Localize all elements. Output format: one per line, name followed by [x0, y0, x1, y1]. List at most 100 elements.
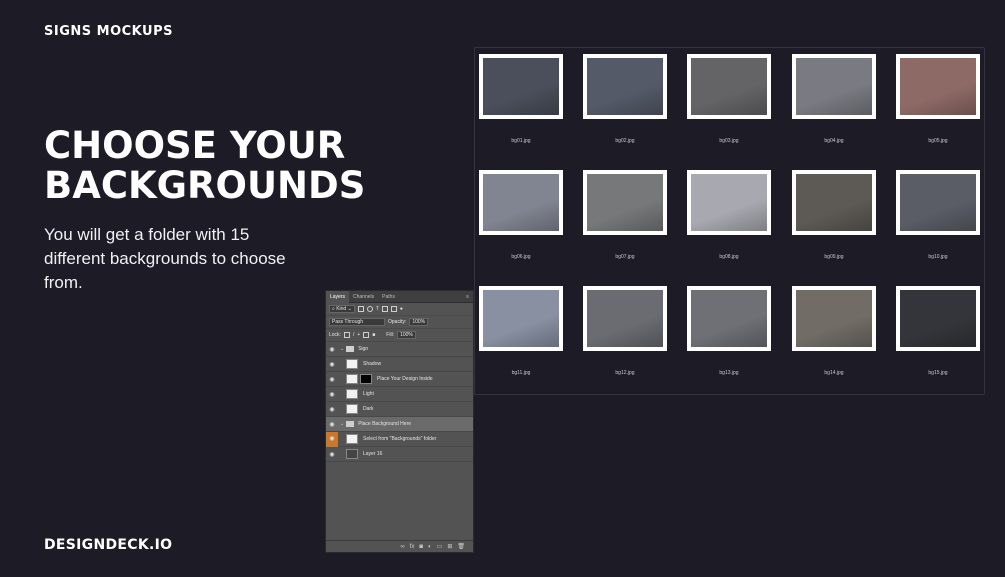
brand-footer: DESIGNDECK.IO — [44, 537, 173, 553]
opacity-input[interactable]: 100% — [409, 318, 429, 326]
headline-line-1: CHOOSE YOUR — [44, 124, 346, 167]
new-layer-icon[interactable]: ⊞ — [447, 543, 452, 550]
group-chevron-icon[interactable]: ⌄ — [340, 421, 344, 427]
group-folder-icon — [346, 421, 355, 427]
visibility-eye-icon[interactable]: ◉ — [326, 406, 338, 413]
file-thumbnail[interactable] — [583, 286, 667, 351]
visibility-eye-icon[interactable]: ◉ — [326, 346, 338, 353]
lock-artboard-icon[interactable] — [363, 332, 370, 338]
layer-row[interactable]: ◉ Layer 16 — [326, 447, 473, 462]
thumbnail-image — [587, 290, 663, 347]
file-thumbnail[interactable] — [479, 286, 563, 351]
fx-icon[interactable]: fx — [410, 544, 415, 550]
thumbnail-image — [587, 174, 663, 231]
lock-row: Lock: / + ■ Fill: 100% — [326, 329, 473, 342]
layer-name: Layer 16 — [363, 451, 383, 457]
file-name: bg01.jpg — [511, 138, 531, 144]
tab-layers[interactable]: Layers — [326, 290, 350, 303]
layer-row[interactable]: ◉ Dark — [326, 402, 473, 417]
file-thumbnail[interactable] — [583, 54, 667, 119]
tab-channels[interactable]: Channels — [349, 291, 378, 303]
visibility-eye-icon[interactable]: ◉ — [326, 391, 338, 398]
file-name: bg07.jpg — [615, 254, 635, 260]
lock-all-icon[interactable]: ■ — [372, 332, 375, 338]
layer-row[interactable]: ◉ ⌄ Place Background Here — [326, 417, 473, 432]
layer-row[interactable]: ◉ ⌄ Sign — [326, 342, 473, 357]
filter-toggle-icon[interactable]: ● — [400, 306, 403, 312]
file-name: bg03.jpg — [719, 138, 739, 144]
file-name: bg06.jpg — [511, 254, 531, 260]
shape-filter-icon[interactable] — [381, 306, 388, 312]
layer-row[interactable]: ◉ Shadow — [326, 357, 473, 372]
file-thumbnail[interactable] — [687, 170, 771, 235]
search-icon: ⌕ — [332, 305, 335, 312]
thumbnail-image — [796, 174, 872, 231]
visibility-eye-icon[interactable]: ◉ — [326, 361, 338, 368]
filter-kind-value: Kind — [336, 305, 347, 312]
visibility-eye-icon[interactable]: ◉ — [326, 431, 338, 447]
fill-label: Fill: — [386, 332, 395, 338]
thumbnail-image — [900, 58, 976, 115]
file-thumbnail[interactable] — [896, 170, 980, 235]
file-thumbnail[interactable] — [896, 286, 980, 351]
mask-icon[interactable]: ◙ — [419, 544, 423, 550]
file-thumbnail[interactable] — [479, 170, 563, 235]
file-thumbnail[interactable] — [583, 170, 667, 235]
file-name: bg10.jpg — [928, 254, 948, 260]
file-thumbnail[interactable] — [792, 170, 876, 235]
file-thumbnail[interactable] — [687, 286, 771, 351]
panel-tabs: Layers Channels Paths ≡ — [326, 290, 473, 303]
lock-transparent-icon[interactable] — [343, 332, 350, 338]
group-folder-icon — [346, 346, 355, 352]
trash-icon[interactable]: 🗑 — [457, 543, 465, 550]
layer-thumbnail — [346, 374, 358, 384]
adjustment-icon[interactable]: ◐ — [428, 544, 432, 550]
thumbnail-image — [900, 290, 976, 347]
file-name: bg11.jpg — [511, 370, 531, 376]
file-thumbnail[interactable] — [792, 286, 876, 351]
file-name: bg05.jpg — [928, 138, 948, 144]
file-thumbnail[interactable] — [792, 54, 876, 119]
filter-kind-select[interactable]: ⌕ Kind ⌄ — [329, 305, 355, 313]
brand-title: SIGNS MOCKUPS — [44, 24, 173, 39]
file-name: bg09.jpg — [824, 254, 844, 260]
visibility-eye-icon[interactable]: ◉ — [326, 451, 338, 458]
thumbnail-image — [796, 58, 872, 115]
lock-move-icon[interactable]: + — [357, 332, 360, 338]
panel-menu-icon[interactable]: ≡ — [466, 294, 469, 300]
panel-footer: ∞ fx ◙ ◐ ▭ ⊞ 🗑 — [326, 540, 473, 552]
visibility-eye-icon[interactable]: ◉ — [326, 421, 338, 428]
file-name: bg14.jpg — [824, 370, 844, 376]
layer-thumbnail — [346, 434, 358, 444]
visibility-eye-icon[interactable]: ◉ — [326, 376, 338, 383]
link-icon[interactable]: ∞ — [400, 544, 404, 550]
file-thumbnail[interactable] — [479, 54, 563, 119]
headline-line-2: BACKGROUNDS — [44, 164, 366, 207]
blend-mode-select[interactable]: Pass Through — [329, 318, 385, 326]
layer-row[interactable]: ◉ Select from "Backgrounds" folder — [326, 431, 473, 447]
layer-list: ◉ ⌄ Sign ◉ Shadow ◉ Place Your Design Inside ◉ L… — [326, 342, 473, 462]
file-thumbnail[interactable] — [896, 54, 980, 119]
adjustment-filter-icon[interactable] — [366, 306, 373, 312]
tab-paths[interactable]: Paths — [378, 291, 399, 303]
layer-thumbnail — [346, 404, 358, 414]
smart-filter-icon[interactable] — [390, 306, 397, 312]
thumbnail-image — [483, 290, 559, 347]
file-thumbnail[interactable] — [687, 54, 771, 119]
thumbnail-image — [691, 290, 767, 347]
folder-icon[interactable]: ▭ — [437, 543, 443, 550]
layer-thumbnail — [346, 449, 358, 459]
fill-input[interactable]: 100% — [397, 331, 416, 339]
lock-brush-icon[interactable]: / — [353, 332, 354, 338]
opacity-label: Opacity: — [388, 319, 407, 325]
blend-row: Pass Through Opacity: 100% — [326, 316, 473, 329]
thumbnail-image — [483, 174, 559, 231]
layer-row[interactable]: ◉ Place Your Design Inside — [326, 372, 473, 387]
pixel-filter-icon[interactable] — [357, 306, 364, 312]
file-name: bg02.jpg — [615, 138, 635, 144]
type-filter-icon[interactable]: T — [376, 306, 379, 312]
description-text: You will get a folder with 15 different … — [44, 225, 286, 292]
group-chevron-icon[interactable]: ⌄ — [340, 346, 344, 352]
layer-name: Light — [363, 391, 374, 397]
layer-row[interactable]: ◉ Light — [326, 387, 473, 402]
